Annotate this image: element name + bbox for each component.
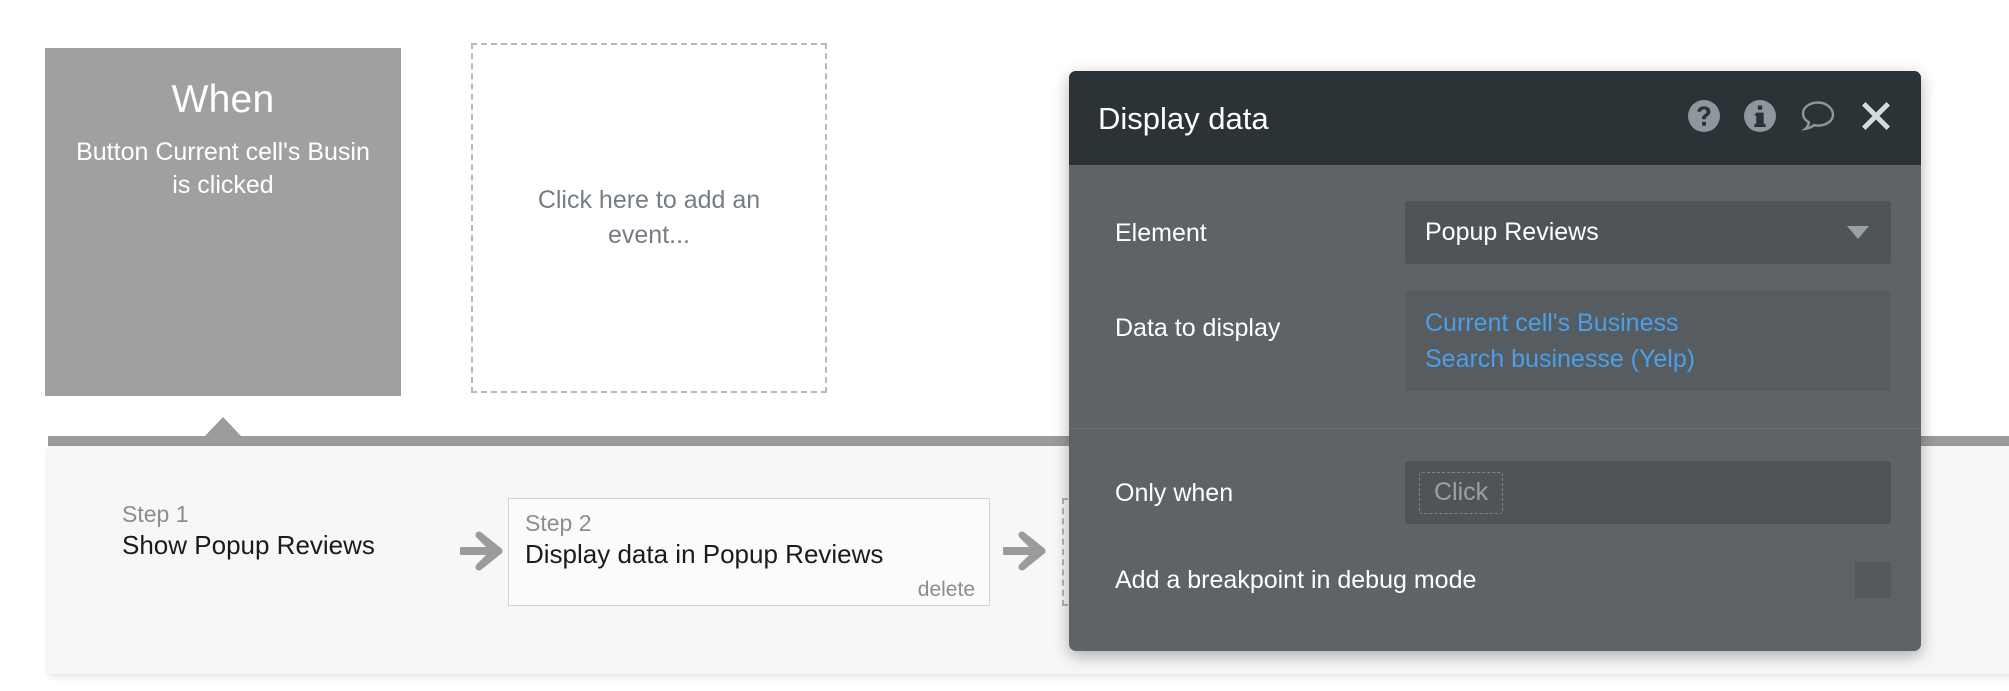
info-icon[interactable] <box>1743 99 1777 138</box>
add-event-placeholder[interactable]: Click here to add an event... <box>471 43 827 393</box>
help-icon[interactable] <box>1687 99 1721 138</box>
field-row-data-to-display: Data to display Current cell's Business … <box>1069 290 1921 391</box>
arrow-right-icon <box>1003 531 1047 571</box>
editor-canvas: When Button Current cell's Busin is clic… <box>0 0 2009 691</box>
only-when-placeholder[interactable]: Click <box>1419 472 1503 514</box>
field-row-breakpoint: Add a breakpoint in debug mode <box>1069 562 1921 598</box>
when-event-block[interactable]: When Button Current cell's Busin is clic… <box>45 48 401 396</box>
panel-header: Display data <box>1069 71 1921 165</box>
panel-body: Element Popup Reviews Data to display Cu… <box>1069 201 1921 598</box>
workflow-pointer-caret <box>204 417 242 437</box>
property-editor-panel: Display data <box>1069 71 1921 651</box>
only-when-label: Only when <box>1115 461 1405 506</box>
only-when-field[interactable]: Click <box>1405 461 1891 524</box>
expression-line-2: Search businesse (Yelp) <box>1425 342 1871 378</box>
workflow-step-1[interactable]: Step 1 Show Popup Reviews <box>122 500 375 563</box>
panel-header-icons <box>1687 98 1893 139</box>
data-to-display-label: Data to display <box>1115 290 1405 341</box>
step-number: Step 1 <box>122 500 375 529</box>
add-event-label: Click here to add an event... <box>504 183 794 254</box>
expression-line-1: Current cell's Business <box>1425 306 1871 342</box>
breakpoint-checkbox[interactable] <box>1855 562 1891 598</box>
chevron-down-icon <box>1847 226 1869 239</box>
breakpoint-label: Add a breakpoint in debug mode <box>1115 568 1855 593</box>
step-name: Display data in Popup Reviews <box>525 538 975 572</box>
delete-step-link[interactable]: delete <box>525 576 975 603</box>
step-name: Show Popup Reviews <box>122 529 375 563</box>
field-row-only-when: Only when Click <box>1069 461 1921 524</box>
field-row-element: Element Popup Reviews <box>1069 201 1921 264</box>
panel-title: Display data <box>1098 103 1687 134</box>
when-title: When <box>45 78 401 123</box>
element-label: Element <box>1115 201 1405 246</box>
close-icon[interactable] <box>1859 99 1893 138</box>
workflow-step-2[interactable]: Step 2 Display data in Popup Reviews del… <box>508 498 990 606</box>
comment-icon[interactable] <box>1799 98 1837 139</box>
panel-divider <box>1069 428 1921 429</box>
element-dropdown[interactable]: Popup Reviews <box>1405 201 1891 264</box>
element-dropdown-value: Popup Reviews <box>1425 220 1847 245</box>
arrow-right-icon <box>460 531 504 571</box>
when-subtitle: Button Current cell's Busin is clicked <box>45 136 401 202</box>
step-number: Step 2 <box>525 509 975 538</box>
data-to-display-expression[interactable]: Current cell's Business Search businesse… <box>1405 290 1891 391</box>
